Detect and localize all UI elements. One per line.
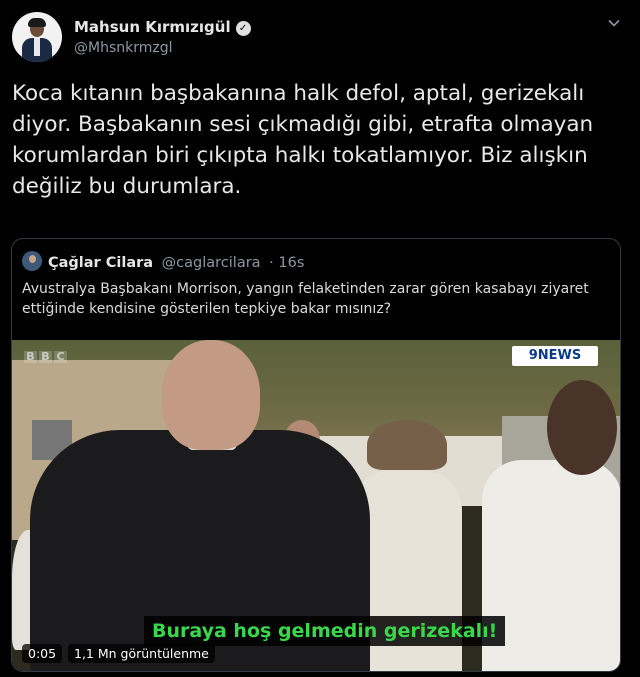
video-view-count: 1,1 Mn görüntülenme	[68, 644, 215, 663]
bbc-logo: BBC	[24, 350, 69, 363]
quote-text: Avustralya Başbakanı Morrison, yangın fe…	[22, 281, 589, 317]
tweet-header: Mahsun Kırmızıgül ✓ @Mhsnkrmzgl	[12, 12, 628, 68]
chevron-down-icon[interactable]	[604, 16, 624, 36]
quote-author-name: Çağlar Cilara	[48, 255, 154, 271]
video-person-hat	[367, 420, 447, 470]
author-handle[interactable]: @Mhsnkrmzgl	[74, 40, 173, 56]
video-player[interactable]: BBC 9NEWS Buraya hoş gelmedin gerizekalı…	[12, 340, 620, 671]
nine-news-logo: 9NEWS	[512, 346, 598, 366]
author-name[interactable]: Mahsun Kırmızıgül	[74, 18, 231, 36]
quoted-tweet[interactable]: Çağlar Cilara @caglarcilara · 16s Avustr…	[11, 238, 621, 672]
quote-time: · 16s	[269, 255, 305, 271]
video-person-head	[162, 340, 260, 450]
author-avatar[interactable]	[12, 12, 62, 62]
quote-header: Çağlar Cilara @caglarcilara · 16s	[22, 251, 304, 271]
tweet-text: Koca kıtanın başbakanına halk defol, apt…	[12, 81, 594, 199]
verified-badge-icon: ✓	[235, 21, 251, 36]
video-elapsed-time: 0:05	[22, 644, 63, 663]
video-subtitle: Buraya hoş gelmedin gerizekalı!	[144, 616, 506, 646]
video-person-head	[547, 380, 617, 475]
author-name-row[interactable]: Mahsun Kırmızıgül ✓	[74, 18, 251, 36]
quote-author-handle: @caglarcilara	[161, 255, 261, 271]
quote-author-avatar	[22, 251, 42, 271]
